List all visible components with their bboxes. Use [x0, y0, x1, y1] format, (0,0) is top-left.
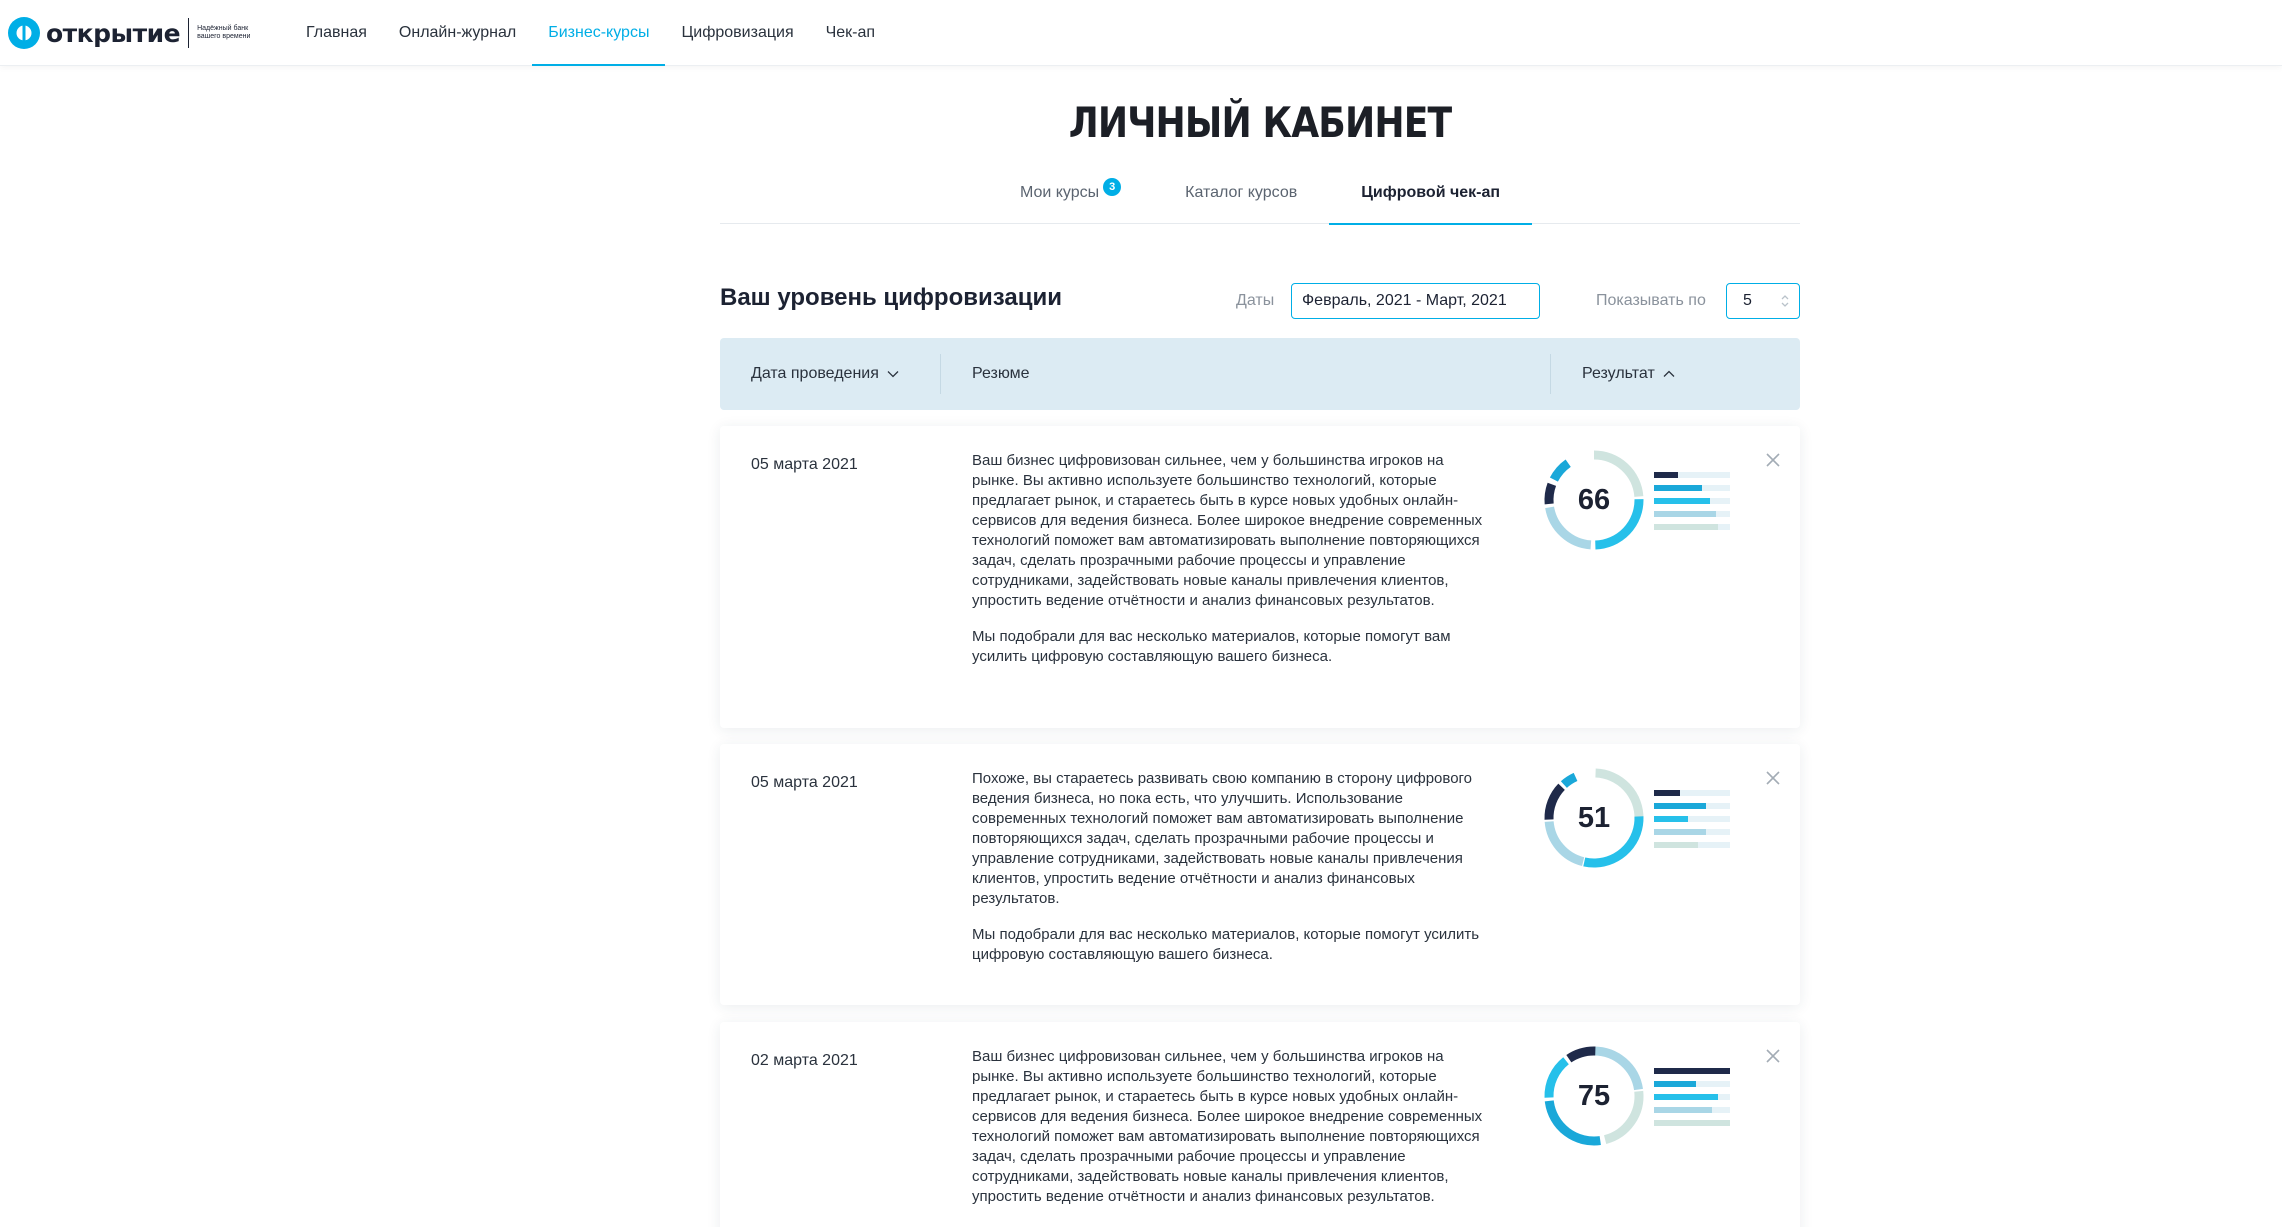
- category-bars-chart: [1654, 1068, 1730, 1126]
- per-page-value: 5: [1743, 292, 1752, 309]
- date-range-input[interactable]: Февраль, 2021 - Март, 2021: [1291, 283, 1540, 319]
- result-row: 02 марта 2021 Ваш бизнес цифровизован си…: [720, 1022, 1800, 1227]
- digitalization-score: 51: [1577, 801, 1611, 834]
- close-icon[interactable]: [1765, 452, 1781, 468]
- top-header: открытие Надёжный банк вашего времени Гл…: [0, 0, 2282, 66]
- tab-course-catalog-label: Каталог курсов: [1185, 184, 1298, 201]
- close-icon[interactable]: [1765, 770, 1781, 786]
- tab-digital-checkup-label: Цифровой чек-ап: [1361, 184, 1501, 201]
- section-title: Ваш уровень цифровизации: [720, 284, 1062, 311]
- date-column-label: Дата проведения: [751, 365, 879, 382]
- summary-paragraph: Похоже, вы стараетесь развивать свою ком…: [972, 770, 1473, 907]
- date-range-value: Февраль, 2021 - Март, 2021: [1302, 292, 1507, 309]
- result-row: 05 марта 2021 Ваш бизнес цифровизован си…: [720, 426, 1800, 728]
- brand-logo[interactable]: открытие Надёжный банк вашего времени: [8, 16, 267, 50]
- chevron-up-icon: [1663, 370, 1675, 377]
- result-summary: Ваш бизнес цифровизован сильнее, чем у б…: [972, 451, 1492, 667]
- brand-slogan: Надёжный банк вашего времени: [197, 25, 251, 40]
- close-icon[interactable]: [1765, 1048, 1781, 1064]
- checkup-date: 05 марта 2021: [751, 774, 858, 791]
- summary-paragraph: Ваш бизнес цифровизован сильнее, чем у б…: [972, 1048, 1483, 1205]
- result-summary: Похоже, вы стараетесь развивать свою ком…: [972, 769, 1492, 965]
- sort-by-date-header[interactable]: Дата проведения: [751, 338, 899, 410]
- category-bars-chart: [1654, 472, 1730, 530]
- summary-column-label: Резюме: [972, 365, 1030, 382]
- tab-my-courses-label: Мои курсы: [1019, 184, 1100, 201]
- summary-recommendation: Мы подобрали для вас несколько материало…: [972, 628, 1451, 665]
- main-nav: Главная Онлайн-журнал Бизнес-курсы Цифро…: [290, 0, 891, 66]
- result-row: 05 марта 2021 Похоже, вы стараетесь разв…: [720, 744, 1800, 1005]
- summary-paragraph: Ваш бизнес цифровизован сильнее, чем у б…: [972, 452, 1483, 609]
- tab-course-catalog[interactable]: Каталог курсов: [1153, 170, 1329, 224]
- result-summary: Ваш бизнес цифровизован сильнее, чем у б…: [972, 1047, 1492, 1207]
- checkup-date: 05 марта 2021: [751, 456, 858, 473]
- brand-divider: [188, 18, 190, 48]
- column-divider: [1550, 354, 1551, 394]
- dates-label: Даты: [1236, 292, 1275, 309]
- digitalization-score: 75: [1577, 1079, 1611, 1112]
- column-divider: [940, 354, 941, 394]
- results-table-header: Дата проведения Резюме Результат: [720, 338, 1800, 410]
- tab-digital-checkup[interactable]: Цифровой чек-ап: [1329, 170, 1532, 225]
- summary-recommendation: Мы подобрали для вас несколько материало…: [972, 926, 1480, 963]
- nav-item-checkup[interactable]: Чек-ап: [810, 0, 891, 66]
- per-page-label: Показывать по: [1596, 292, 1706, 309]
- summary-column-header: Резюме: [972, 338, 1030, 410]
- stepper-arrows-icon[interactable]: [1781, 293, 1789, 309]
- per-page-stepper[interactable]: 5: [1726, 283, 1800, 319]
- nav-item-digitalization[interactable]: Цифровизация: [665, 0, 809, 66]
- tab-my-courses[interactable]: Мои курсы 3: [988, 170, 1153, 224]
- sort-by-result-header[interactable]: Результат: [1582, 338, 1675, 410]
- result-column-label: Результат: [1582, 365, 1655, 382]
- page-title: ЛИЧНЫЙ КАБИНЕТ: [1068, 98, 1452, 147]
- nav-item-business-courses[interactable]: Бизнес-курсы: [532, 0, 666, 66]
- courses-count-badge: 3: [1103, 178, 1122, 196]
- otkritie-logo-icon: [8, 17, 40, 49]
- checkup-date: 02 марта 2021: [751, 1052, 858, 1069]
- digitalization-score: 66: [1577, 483, 1611, 516]
- nav-item-home[interactable]: Главная: [290, 0, 383, 66]
- category-bars-chart: [1654, 790, 1730, 848]
- account-tabs: Мои курсы 3 Каталог курсов Цифровой чек-…: [720, 170, 1800, 225]
- nav-item-online-journal[interactable]: Онлайн-журнал: [383, 0, 532, 66]
- chevron-down-icon: [887, 371, 899, 378]
- brand-name: открытие: [46, 18, 181, 48]
